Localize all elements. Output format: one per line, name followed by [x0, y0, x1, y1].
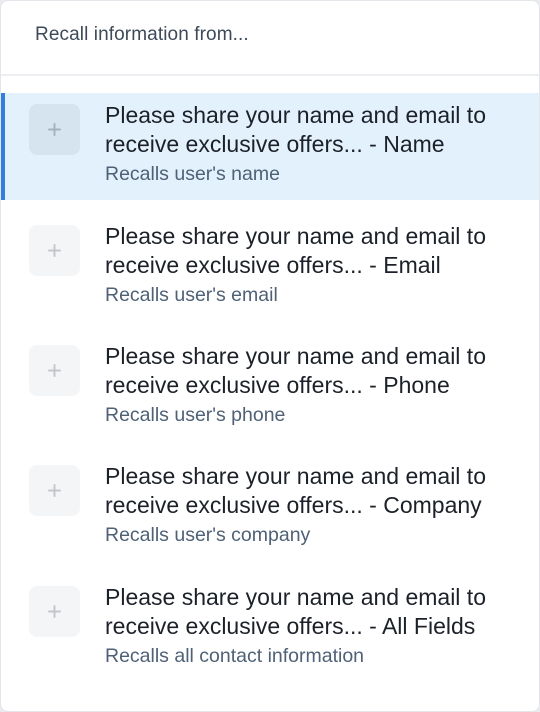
- recall-option-description: Recalls user's name: [105, 163, 280, 185]
- recall-option-title: Please share your name and email to rece…: [105, 102, 486, 157]
- recall-option-description: Recalls user's company: [105, 524, 311, 546]
- recall-option-all-fields[interactable]: Please share your name and email to rece…: [1, 575, 539, 682]
- recall-option-company[interactable]: Please share your name and email to rece…: [1, 454, 539, 561]
- plus-icon: [29, 465, 80, 516]
- panel-header: Recall information from...: [1, 1, 539, 76]
- recall-option-name[interactable]: Please share your name and email to rece…: [1, 93, 539, 200]
- plus-icon: [29, 225, 80, 276]
- plus-icon: [29, 586, 80, 637]
- recall-option-description: Recalls user's phone: [105, 404, 286, 426]
- plus-icon: [29, 345, 80, 396]
- panel-title: Recall information from...: [35, 23, 249, 45]
- recall-option-title: Please share your name and email to rece…: [105, 584, 486, 639]
- recall-option-title: Please share your name and email to rece…: [105, 343, 486, 398]
- recall-option-phone[interactable]: Please share your name and email to rece…: [1, 334, 539, 441]
- recall-option-description: Recalls all contact information: [105, 645, 365, 667]
- recall-option-title: Please share your name and email to rece…: [105, 463, 486, 518]
- recall-option-description: Recalls user's email: [105, 284, 278, 306]
- recall-panel: Recall information from... Please share …: [0, 0, 540, 712]
- recall-option-email[interactable]: Please share your name and email to rece…: [1, 214, 539, 321]
- recall-option-title: Please share your name and email to rece…: [105, 223, 486, 278]
- plus-icon: [29, 104, 80, 155]
